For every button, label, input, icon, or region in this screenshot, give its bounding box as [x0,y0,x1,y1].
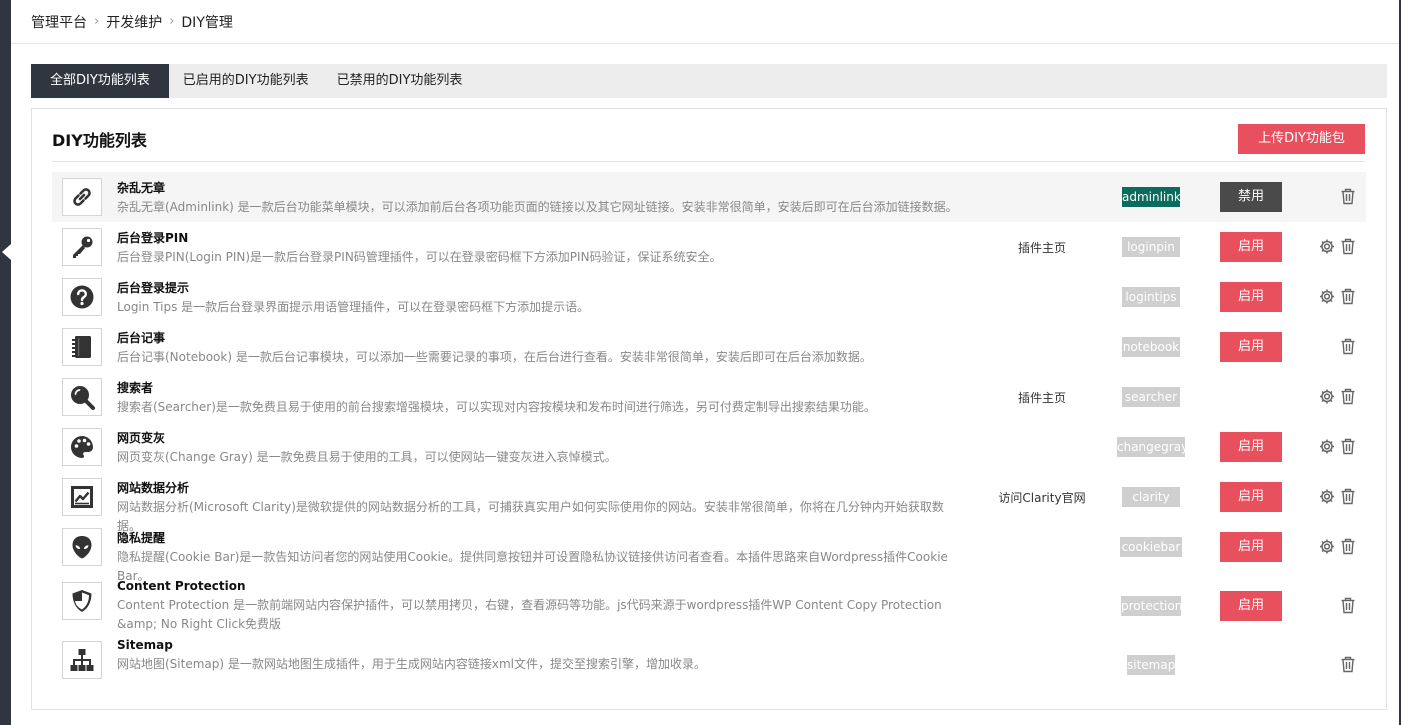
enable-button[interactable]: 启用 [1220,591,1282,621]
list-item: Content Protection Content Protection 是一… [52,572,1366,631]
chevron-right-icon: › [94,14,100,29]
gear-icon[interactable] [1319,438,1335,455]
breadcrumb: 管理平台 › 开发维护 › DIY管理 [11,0,1399,44]
gear-icon[interactable] [1319,538,1335,555]
breadcrumb-item-diy: DIY管理 [181,14,233,31]
list-item: 网页变灰 网页变灰(Change Gray) 是一款免费且易于使用的工具，可以使… [52,422,1366,472]
link-icon [62,178,102,216]
tab-enabled[interactable]: 已启用的DIY功能列表 [169,64,323,98]
clarity-site-link[interactable]: 访问Clarity官网 [982,489,1102,506]
key-icon [62,228,102,266]
breadcrumb-item-platform[interactable]: 管理平台 [31,12,87,32]
item-tag: sitemap [1127,655,1175,675]
list-item: 网站数据分析 网站数据分析(Microsoft Clarity)是微软提供的网站… [52,472,1366,533]
trash-icon[interactable] [1340,438,1356,455]
breadcrumb-item-dev[interactable]: 开发维护 [106,12,162,32]
left-nav-rail [0,0,11,725]
item-name: 网站数据分析 [117,481,190,495]
tab-bar: 全部DIY功能列表 已启用的DIY功能列表 已禁用的DIY功能列表 [31,64,1387,98]
trash-icon[interactable] [1340,188,1356,205]
item-tag: clarity [1122,487,1180,507]
item-tag: logintips [1122,287,1180,307]
enable-button[interactable]: 启用 [1220,482,1282,512]
list-item: 后台登录PIN 后台登录PIN(Login PIN)是一款后台登录PIN码管理插… [52,222,1366,272]
item-name: Sitemap [117,638,173,652]
item-desc: 网页变灰(Change Gray) 是一款免费且易于使用的工具，可以使网站一键变… [117,450,617,464]
item-tag: changegray [1117,437,1188,457]
item-desc: 杂乱无章(Adminlink) 是一款后台功能菜单模块，可以添加前后台各项功能页… [117,200,958,214]
item-tag: notebook [1122,337,1180,357]
notebook-icon [62,328,102,366]
gear-icon[interactable] [1319,488,1335,505]
trash-icon[interactable] [1340,538,1356,555]
item-desc: 网站地图(Sitemap) 是一款网站地图生成插件，用于生成网站内容链接xml文… [117,657,707,671]
item-tag: adminlink [1122,187,1181,207]
item-desc: 搜索者(Searcher)是一款免费且易于使用的前台搜索增强模块，可以实现对内容… [117,400,876,414]
chevron-right-icon: › [169,14,175,29]
item-tag: cookiebar [1120,537,1182,557]
list-item: 后台登录提示 Login Tips 是一款后台登录界面提示用语管理插件，可以在登… [52,272,1366,322]
gear-icon[interactable] [1319,388,1335,405]
upload-package-button[interactable]: 上传DIY功能包 [1238,124,1365,154]
item-desc: Login Tips 是一款后台登录界面提示用语管理插件，可以在登录密码框下方添… [117,300,590,314]
trash-icon[interactable] [1340,488,1356,505]
panel-title: DIY功能列表 [52,131,147,150]
gear-icon[interactable] [1319,238,1335,255]
list-item: 后台记事 后台记事(Notebook) 是一款后台记事模块，可以添加一些需要记录… [52,322,1366,372]
item-name: 后台登录提示 [117,281,190,295]
enable-button[interactable]: 启用 [1220,332,1282,362]
item-name: 网页变灰 [117,431,166,445]
enable-button[interactable]: 启用 [1220,282,1282,312]
enable-button[interactable]: 启用 [1220,532,1282,562]
question-icon [62,278,102,316]
gear-icon[interactable] [1319,288,1335,305]
list-item: 杂乱无章 杂乱无章(Adminlink) 是一款后台功能菜单模块，可以添加前后台… [52,172,1366,222]
item-desc: Content Protection 是一款前端网站内容保护插件，可以禁用拷贝，… [117,598,942,631]
trash-icon[interactable] [1340,338,1356,355]
item-desc: 后台登录PIN(Login PIN)是一款后台登录PIN码管理插件，可以在登录密… [117,250,722,264]
list-item: 隐私提醒 隐私提醒(Cookie Bar)是一款告知访问者您的网站使用Cooki… [52,522,1366,583]
enable-button[interactable]: 启用 [1220,432,1282,462]
trash-icon[interactable] [1340,656,1356,673]
item-name: 杂乱无章 [117,181,166,195]
plugin-homepage-link[interactable]: 插件主页 [982,389,1102,406]
item-name: Content Protection [117,579,246,593]
item-tag: protection [1121,596,1182,616]
item-tag: searcher [1122,387,1180,407]
alien-icon [62,528,102,566]
trash-icon[interactable] [1340,288,1356,305]
item-tag: loginpin [1122,237,1180,257]
item-name: 隐私提醒 [117,531,166,545]
chart-icon [62,478,102,516]
plugin-list: 杂乱无章 杂乱无章(Adminlink) 是一款后台功能菜单模块，可以添加前后台… [52,172,1366,690]
trash-icon[interactable] [1340,388,1356,405]
nav-pointer-icon [2,244,11,260]
item-name: 搜索者 [117,381,154,395]
search-icon [62,378,102,416]
trash-icon[interactable] [1340,238,1356,255]
diy-list-panel: DIY功能列表 上传DIY功能包 杂乱无章 杂乱无章(Adminlink) 是一… [31,108,1387,710]
plugin-homepage-link[interactable]: 插件主页 [982,239,1102,256]
tab-disabled[interactable]: 已禁用的DIY功能列表 [323,64,477,98]
item-desc: 后台记事(Notebook) 是一款后台记事模块，可以添加一些需要记录的事项，在… [117,350,872,364]
list-item: Sitemap 网站地图(Sitemap) 是一款网站地图生成插件，用于生成网站… [52,631,1366,690]
item-name: 后台记事 [117,331,166,345]
enable-button[interactable]: 启用 [1220,232,1282,262]
disable-button[interactable]: 禁用 [1220,182,1282,212]
shield-icon [62,582,102,620]
divider [52,161,1365,162]
tab-all[interactable]: 全部DIY功能列表 [31,64,169,98]
sitemap-icon [62,641,102,679]
item-name: 后台登录PIN [117,231,189,245]
list-item: 搜索者 搜索者(Searcher)是一款免费且易于使用的前台搜索增强模块，可以实… [52,372,1366,422]
trash-icon[interactable] [1340,597,1356,614]
palette-icon [62,428,102,466]
